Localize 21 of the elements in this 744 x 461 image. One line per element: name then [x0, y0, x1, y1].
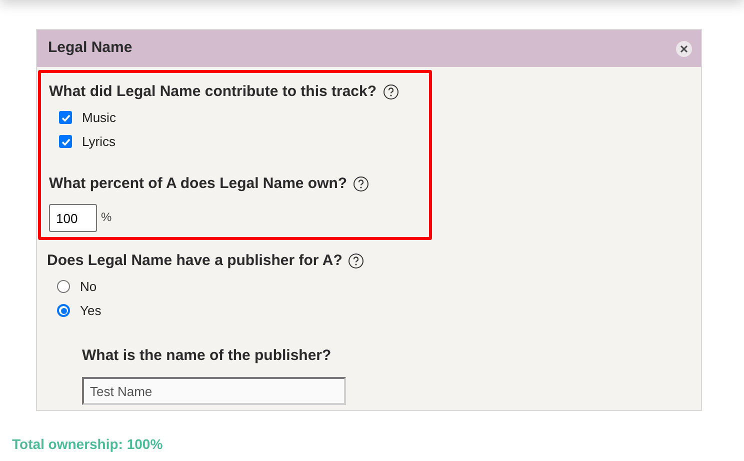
question-label: Does Legal Name have a publisher for A? [47, 251, 342, 271]
question-label: What did Legal Name contribute to this track? [49, 82, 377, 102]
checkbox[interactable] [59, 135, 72, 148]
panel-title: Legal Name [48, 38, 132, 58]
radio-button[interactable] [57, 304, 70, 317]
radio-label: Yes [80, 302, 102, 320]
close-icon[interactable] [676, 40, 692, 56]
checkbox-label: Lyrics [82, 132, 116, 151]
checkbox-label: Music [82, 108, 116, 127]
help-icon[interactable] [348, 253, 364, 270]
question-label: What is the name of the publisher? [82, 346, 332, 366]
help-icon[interactable] [353, 176, 370, 192]
total-ownership: Total ownership: 100% [12, 435, 163, 454]
checkbox[interactable] [59, 111, 72, 124]
radio-button[interactable] [57, 280, 70, 293]
question-label: What percent of A does Legal Name own? [49, 174, 348, 194]
publisher-name-field[interactable]: Test Name [82, 377, 346, 405]
percent-unit: % [101, 209, 112, 226]
percent-field[interactable]: 100 [49, 204, 97, 232]
radio-label: No [80, 278, 97, 296]
help-icon[interactable] [382, 84, 399, 100]
